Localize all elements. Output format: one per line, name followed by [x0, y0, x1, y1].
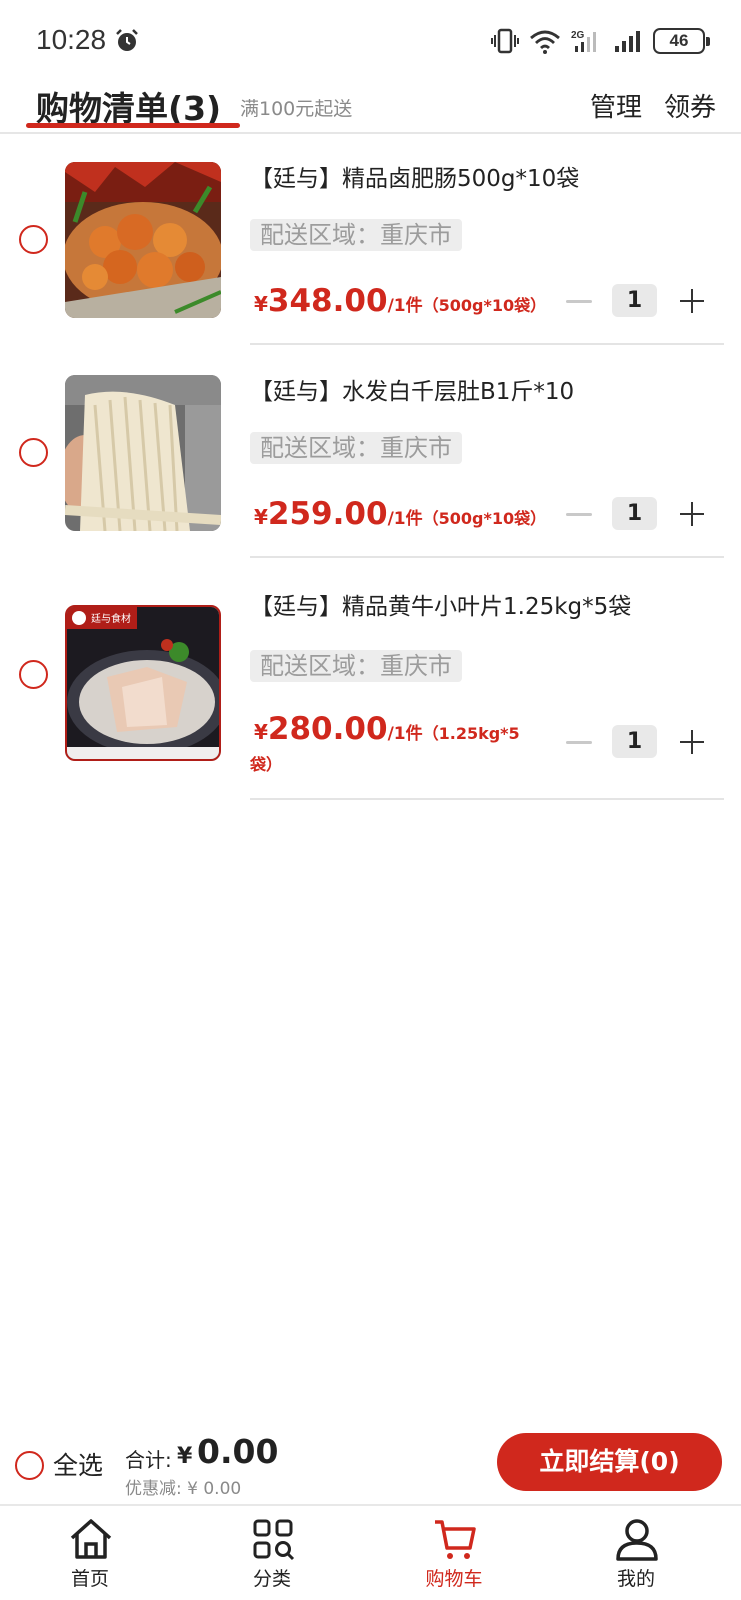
signal-icon: [615, 31, 640, 52]
coupon-button[interactable]: 领券: [664, 87, 716, 124]
item-select-radio[interactable]: [19, 660, 48, 689]
checkout-bar: 全选 合计: ¥ 0.00 优惠减: ¥ 0.00 立即结算(0): [0, 1428, 741, 1504]
svg-text:廷与食材: 廷与食材: [91, 612, 131, 625]
title-underline: [26, 123, 240, 128]
status-icons: 2G 46: [491, 26, 710, 56]
price: ¥348.00/1件（500g*10袋）: [254, 283, 547, 319]
increase-quantity-button[interactable]: [680, 730, 704, 754]
home-icon: [70, 1519, 112, 1559]
quantity-input[interactable]: 1: [612, 497, 657, 530]
status-bar: 10:28 2G 46: [0, 0, 741, 80]
product-image[interactable]: [65, 375, 221, 531]
category-icon: [253, 1519, 295, 1561]
increase-quantity-button[interactable]: [680, 289, 704, 313]
discount-amount: 优惠减: ¥ 0.00: [125, 1479, 242, 1499]
total-amount: 0.00: [197, 1432, 279, 1471]
select-all-label[interactable]: 全选: [53, 1446, 103, 1482]
product-name[interactable]: 【廷与】精品黄牛小叶片1.25kg*5袋: [250, 587, 631, 621]
product-image[interactable]: [65, 162, 221, 318]
item-select-radio[interactable]: [19, 438, 48, 467]
nav-item-profile[interactable]: 我的: [576, 1506, 696, 1600]
wifi-icon: [530, 30, 560, 54]
nav-label: 购物车: [425, 1568, 483, 1590]
cart-item: 廷与食材 【廷与】精品黄牛小叶片1.25kg*5袋 配送区域：重庆市 ¥280.…: [0, 565, 741, 805]
item-divider: [250, 556, 724, 558]
price: ¥280.00/1件（1.25kg*5: [254, 711, 520, 747]
cart-item: 【廷与】精品卤肥肠500g*10袋 配送区域：重庆市 ¥348.00/1件（50…: [0, 135, 741, 348]
bottom-nav: 首页 分类 购物车 我的: [0, 1504, 741, 1600]
nav-item-cart[interactable]: 购物车: [394, 1506, 514, 1600]
increase-quantity-button[interactable]: [680, 502, 704, 526]
quantity-input[interactable]: 1: [612, 284, 657, 317]
select-all-radio[interactable]: [15, 1451, 44, 1480]
item-select-radio[interactable]: [19, 225, 48, 254]
vibrate-icon: [491, 28, 519, 54]
total-label: 合计:: [125, 1448, 172, 1472]
battery-icon: 46: [653, 28, 710, 54]
delivery-region: 配送区域：重庆市: [250, 219, 462, 251]
signal-2g-icon: 2G: [571, 30, 596, 52]
decrease-quantity-button[interactable]: [566, 300, 592, 303]
nav-item-category[interactable]: 分类: [212, 1506, 332, 1600]
header: 购物清单(3) 满100元起送 管理 领券: [0, 80, 741, 134]
delivery-region: 配送区域：重庆市: [250, 650, 462, 682]
product-image[interactable]: 廷与食材: [65, 605, 221, 761]
price: ¥259.00/1件（500g*10袋）: [254, 496, 547, 532]
product-name[interactable]: 【廷与】水发白千层肚B1斤*10: [250, 372, 574, 406]
product-name[interactable]: 【廷与】精品卤肥肠500g*10袋: [250, 159, 579, 193]
min-order-note: 满100元起送: [240, 98, 353, 120]
decrease-quantity-button[interactable]: [566, 513, 592, 516]
nav-label: 首页: [70, 1568, 109, 1590]
nav-label: 分类: [252, 1568, 291, 1590]
quantity-input[interactable]: 1: [612, 725, 657, 758]
decrease-quantity-button[interactable]: [566, 741, 592, 744]
svg-text:2G: 2G: [571, 30, 585, 41]
nav-item-home[interactable]: 首页: [30, 1506, 150, 1600]
delivery-region: 配送区域：重庆市: [250, 432, 462, 464]
cart-item: 【廷与】水发白千层肚B1斤*10 配送区域：重庆市 ¥259.00/1件（500…: [0, 350, 741, 563]
item-divider: [250, 343, 724, 345]
checkout-button[interactable]: 立即结算(0): [497, 1433, 722, 1491]
total-currency: ¥: [177, 1444, 193, 1469]
status-time: 10:28: [36, 24, 107, 55]
manage-button[interactable]: 管理: [590, 87, 642, 124]
alarm-icon: [116, 29, 138, 51]
cart-icon: [435, 1520, 476, 1559]
profile-icon: [616, 1519, 658, 1561]
item-divider: [250, 798, 724, 800]
nav-label: 我的: [616, 1568, 655, 1590]
price-spec-continued: 袋）: [250, 755, 283, 774]
